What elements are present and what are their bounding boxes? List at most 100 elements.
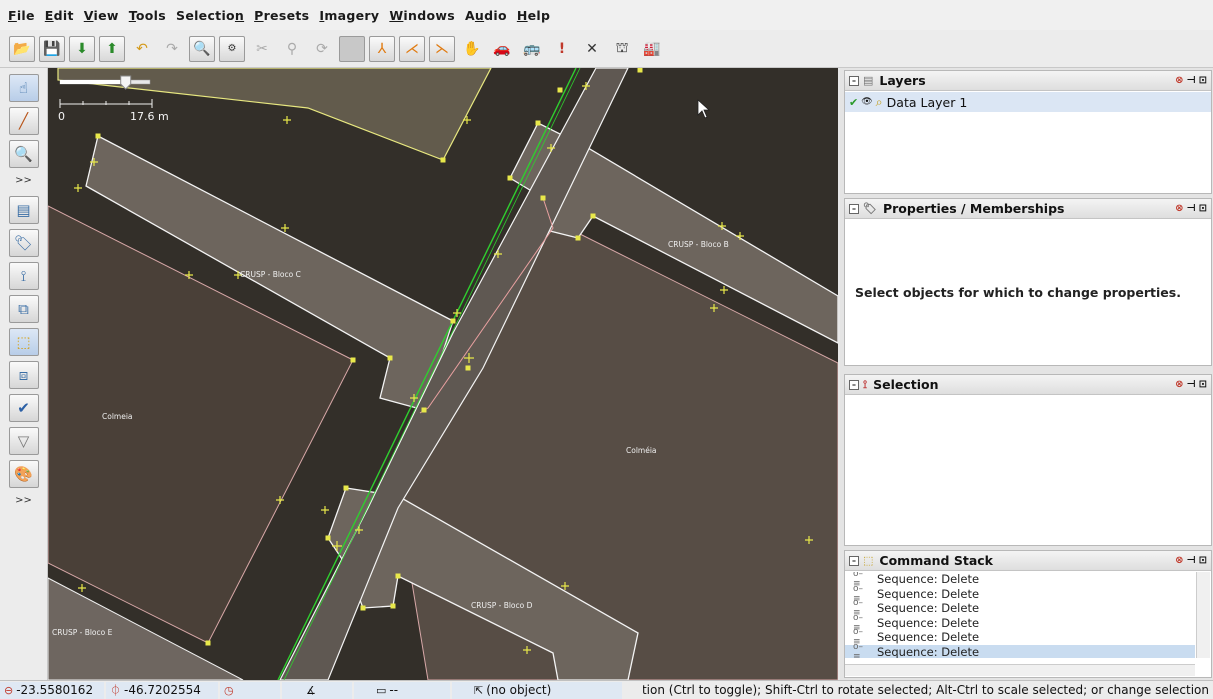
select-tool-icon[interactable]: ☝	[8, 74, 39, 102]
mouse-cursor-icon	[697, 99, 711, 119]
layer-row[interactable]: ✔ 👁 ⌕ Data Layer 1	[845, 92, 1211, 112]
bus-icon[interactable]: 🚌	[519, 36, 545, 62]
preferences-icon[interactable]: ⚙	[219, 35, 245, 62]
align-line-icon[interactable]: ⋌	[399, 35, 425, 62]
layers-panel: – ▤ Layers ⊗ ⊣ ⊡ ✔ 👁 ⌕ Data Layer 1	[844, 70, 1212, 194]
map-view[interactable]: 0 17.6 m CRUSP - Bloco C CRUSP - Bloco B…	[48, 68, 838, 680]
detach-icon[interactable]: ⊡	[1199, 75, 1207, 86]
pin-icon[interactable]: ⊣	[1186, 75, 1195, 86]
menu-edit[interactable]: Edit	[45, 8, 74, 23]
command-stack-panel: – ⬚ Command Stack ⊗ ⊣ ⊡ o– ≡ Sequence: Dele…	[844, 550, 1212, 678]
disabled-tool-icon[interactable]	[339, 35, 365, 62]
zoom-tool-icon[interactable]: 🔍	[8, 140, 39, 168]
hand-icon[interactable]: ✋	[459, 36, 485, 62]
orthogonalize-icon[interactable]: ⋋	[429, 35, 455, 62]
relation-toggle-icon[interactable]: ⧉	[8, 295, 39, 323]
menu-imagery[interactable]: Imagery	[319, 8, 379, 23]
combine-way-icon[interactable]: ⚲	[279, 36, 305, 62]
redo-icon[interactable]: ↷	[159, 36, 185, 62]
zoom-to-selection-icon[interactable]: 🔍	[189, 35, 215, 62]
selection-icon: ⟟	[863, 377, 868, 391]
menu-windows[interactable]: Windows	[389, 8, 455, 23]
menu-bar: File Edit View Tools Selection Presets I…	[0, 0, 1213, 30]
layer-visible-icon[interactable]: 👁	[861, 97, 872, 107]
tram-icon[interactable]: ⛫	[609, 36, 635, 62]
panel-close-icon[interactable]: ⊗	[1175, 555, 1183, 566]
menu-file[interactable]: File	[8, 8, 35, 23]
command-list[interactable]: o– ≡ Sequence: Delete o– ≡ Sequence: Delet…	[845, 572, 1195, 658]
detach-icon[interactable]: ⊡	[1199, 379, 1207, 390]
command-stack-icon: ⬚	[863, 554, 874, 567]
properties-toggle-icon[interactable]: 🏷	[8, 229, 39, 257]
delete-icon[interactable]: ✕	[579, 36, 605, 62]
validation-icon[interactable]: !	[549, 36, 575, 62]
align-circle-icon[interactable]: ⅄	[369, 35, 395, 62]
pin-icon[interactable]: ⊣	[1186, 203, 1195, 214]
undo-icon[interactable]: ↶	[129, 36, 155, 62]
list-item[interactable]: o– ≡ Sequence: Delete	[845, 572, 1195, 589]
save-icon[interactable]: 💾	[39, 35, 65, 62]
conflict-toggle-icon[interactable]: ⧈	[8, 361, 39, 389]
layer-active-icon[interactable]: ✔	[849, 96, 858, 109]
layers-panel-title: Layers	[879, 73, 926, 88]
menu-view[interactable]: View	[84, 8, 119, 23]
split-way-icon[interactable]: ✂	[249, 36, 275, 62]
collapse-icon[interactable]: –	[849, 203, 859, 214]
latitude-field: ⊖ -23.5580162	[0, 681, 104, 699]
list-item[interactable]: o– ≡ Sequence: Delete	[845, 598, 1195, 618]
heading-field: ◷	[220, 681, 280, 699]
selection-panel: – ⟟ Selection ⊗ ⊣ ⊡	[844, 374, 1212, 546]
open-file-icon[interactable]: 📂	[9, 35, 35, 62]
style-toggle-icon[interactable]: 🎨	[8, 460, 39, 488]
command-stack-panel-header[interactable]: – ⬚ Command Stack ⊗ ⊣ ⊡	[845, 551, 1211, 571]
menu-presets[interactable]: Presets	[254, 8, 309, 23]
scale-bar	[59, 99, 153, 108]
menu-selection[interactable]: Selection	[176, 8, 244, 23]
collapse-icon[interactable]: –	[849, 75, 859, 86]
list-item[interactable]: o– ≡ Sequence: Delete	[845, 613, 1195, 633]
detach-icon[interactable]: ⊡	[1199, 555, 1207, 566]
pointer-icon: ⇱	[474, 683, 484, 697]
panel-close-icon[interactable]: ⊗	[1175, 75, 1183, 86]
list-item[interactable]: o– ≡ Sequence: Delete	[845, 584, 1195, 604]
properties-panel-header[interactable]: – 🏷 Properties / Memberships ⊗ ⊣ ⊡	[845, 199, 1211, 219]
properties-empty-message: Select objects for which to change prope…	[855, 285, 1181, 300]
collapse-icon[interactable]: –	[849, 555, 859, 566]
upload-icon[interactable]: ⬆	[99, 35, 125, 62]
panel-close-icon[interactable]: ⊗	[1175, 203, 1183, 214]
pin-icon[interactable]: ⊣	[1186, 379, 1195, 390]
horizontal-scrollbar[interactable]	[845, 664, 1195, 676]
download-icon[interactable]: ⬇	[69, 35, 95, 62]
angle-icon: ∡	[306, 683, 316, 697]
panel-close-icon[interactable]: ⊗	[1175, 379, 1183, 390]
layers-panel-header[interactable]: – ▤ Layers ⊗ ⊣ ⊡	[845, 71, 1211, 91]
menu-tools[interactable]: Tools	[129, 8, 166, 23]
map-canvas	[48, 68, 838, 680]
menu-help[interactable]: Help	[517, 8, 550, 23]
reverse-way-icon[interactable]: ⟳	[309, 36, 335, 62]
label-colmeia-right: Colméia	[626, 446, 657, 455]
latitude-icon: ⊖	[4, 683, 14, 697]
scale-start-label: 0	[58, 110, 65, 123]
selection-panel-header[interactable]: – ⟟ Selection ⊗ ⊣ ⊡	[845, 375, 1211, 395]
more-tools-icon[interactable]: >>	[15, 175, 32, 186]
draw-tool-icon[interactable]: ╱	[8, 107, 39, 135]
menu-audio[interactable]: Audio	[465, 8, 507, 23]
factory-icon[interactable]: 🏭	[639, 36, 665, 62]
detach-icon[interactable]: ⊡	[1199, 203, 1207, 214]
command-stack-toggle-icon[interactable]: ⬚	[8, 328, 39, 356]
car-icon[interactable]: 🚗	[489, 36, 515, 62]
list-item[interactable]: o– ≡ Sequence: Delete	[845, 642, 1195, 658]
selection-toggle-icon[interactable]: ⟟	[8, 262, 39, 290]
pin-icon[interactable]: ⊣	[1186, 555, 1195, 566]
more-panels-icon[interactable]: >>	[15, 495, 32, 506]
vertical-scrollbar[interactable]	[1196, 572, 1210, 658]
validation-toggle-icon[interactable]: ✔	[8, 394, 39, 422]
angle-field: ∡	[282, 681, 352, 699]
layer-name: Data Layer 1	[886, 94, 968, 110]
filter-toggle-icon[interactable]: ▽	[8, 427, 39, 455]
list-item[interactable]: o– ≡ Sequence: Delete	[845, 627, 1195, 647]
length-field: ▭ --	[354, 681, 450, 699]
collapse-icon[interactable]: –	[849, 379, 859, 390]
layers-toggle-icon[interactable]: ▤	[8, 196, 39, 224]
